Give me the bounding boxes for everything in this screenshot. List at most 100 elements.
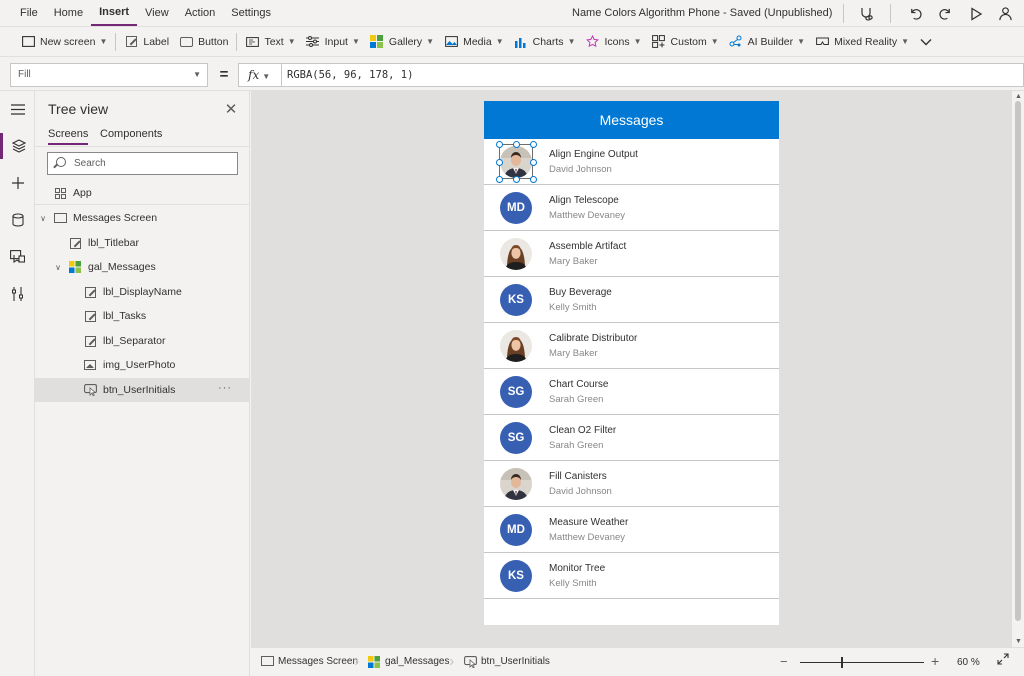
resize-handle[interactable] [530,159,537,166]
fit-to-window-icon[interactable] [997,653,1009,668]
tab-screens[interactable]: Screens [48,128,89,145]
formula-input[interactable]: RGBA(56, 96, 178, 1) [282,63,1024,87]
insert-media-button[interactable]: Media ▼ [439,27,509,57]
insert-icons-button[interactable]: Icons ▼ [580,27,646,57]
gallery-row[interactable]: KS Monitor Tree Kelly Smith [484,553,779,599]
tree-item-lbl-displayname[interactable]: lbl_DisplayName [35,280,250,304]
lbl-tasks[interactable]: Chart Course [549,379,608,390]
gallery-row[interactable]: MD Align Telescope Matthew Devaney [484,185,779,231]
zoom-slider-thumb[interactable] [841,657,843,668]
gallery-row[interactable]: SG Chart Course Sarah Green [484,369,779,415]
insert-custom-button[interactable]: Custom ▼ [647,27,724,57]
lbl-tasks[interactable]: Align Engine Output [549,149,638,160]
chevron-down-icon[interactable]: ∨ [53,263,63,272]
lbl-tasks[interactable]: Align Telescope [549,195,619,206]
btn-userinitials[interactable]: MD [500,192,532,224]
lbl-displayname[interactable]: David Johnson [549,486,612,497]
img-userphoto[interactable] [500,238,532,270]
insert-mixed-reality-button[interactable]: Mixed Reality ▼ [810,27,914,57]
insert-button-button[interactable]: Button [174,27,233,57]
data-icon[interactable] [0,207,35,233]
zoom-out-button[interactable]: − [780,654,788,669]
gallery-row[interactable]: Fill Canisters David Johnson [484,461,779,507]
img-userphoto[interactable] [500,468,532,500]
menu-home[interactable]: Home [46,0,91,27]
ribbon-more-button[interactable] [914,27,943,57]
undo-icon[interactable] [905,4,925,23]
lbl-tasks[interactable]: Fill Canisters [549,471,607,482]
new-screen-button[interactable]: New screen ▼ [16,27,112,57]
lbl-displayname[interactable]: Mary Baker [549,348,598,359]
tree-item-lbl-tasks[interactable]: lbl_Tasks [35,304,250,328]
insert-text-button[interactable]: Text ▼ [240,27,300,57]
tree-item-img-userphoto[interactable]: img_UserPhoto [35,353,250,377]
resize-handle[interactable] [530,141,537,148]
lbl-displayname[interactable]: Sarah Green [549,394,603,405]
tree-item-lbl-titlebar[interactable]: lbl_Titlebar [35,231,250,255]
tree-item-app[interactable]: App [35,181,250,205]
property-dropdown[interactable]: Fill ▼ [10,63,208,87]
gallery-row[interactable]: Assemble Artifact Mary Baker [484,231,779,277]
lbl-tasks[interactable]: Clean O2 Filter [549,425,616,436]
btn-userinitials[interactable]: KS [500,284,532,316]
btn-userinitials[interactable]: MD [500,514,532,546]
chevron-down-icon[interactable]: ∨ [38,214,48,223]
lbl-tasks[interactable]: Buy Beverage [549,287,612,298]
tree-search-input[interactable]: Search [47,152,238,175]
zoom-slider[interactable] [800,662,924,663]
resize-handle[interactable] [513,141,520,148]
zoom-in-button[interactable]: + [931,653,939,669]
tree-item-lbl-separator[interactable]: lbl_Separator [35,329,250,353]
gallery-row[interactable]: Calibrate Distributor Mary Baker [484,323,779,369]
media-library-icon[interactable] [0,244,35,270]
tree-view-icon[interactable] [0,133,35,159]
lbl-displayname[interactable]: Matthew Devaney [549,210,625,221]
advanced-tools-icon[interactable] [0,281,35,307]
lbl-tasks[interactable]: Assemble Artifact [549,241,626,252]
lbl-displayname[interactable]: David Johnson [549,164,612,175]
menu-view[interactable]: View [137,0,177,27]
menu-action[interactable]: Action [177,0,224,27]
insert-gallery-button[interactable]: Gallery ▼ [365,27,439,57]
resize-handle[interactable] [496,176,503,183]
img-userphoto[interactable] [500,330,532,362]
btn-userinitials[interactable]: KS [500,560,532,592]
lbl-tasks[interactable]: Measure Weather [549,517,628,528]
tree-item-btn-userinitials[interactable]: btn_UserInitials ··· [35,378,250,402]
breadcrumb-messages-screen[interactable]: Messages Screen [261,656,358,667]
more-options-icon[interactable]: ··· [218,382,232,394]
selection-box[interactable] [499,144,533,179]
menu-settings[interactable]: Settings [223,0,279,27]
tab-components[interactable]: Components [100,128,162,143]
app-checker-icon[interactable] [856,4,876,23]
lbl-displayname[interactable]: Sarah Green [549,440,603,451]
gallery-row[interactable]: KS Buy Beverage Kelly Smith [484,277,779,323]
tree-item-gal-messages[interactable]: ∨ gal_Messages [35,255,250,279]
redo-icon[interactable] [935,4,955,23]
gallery-row[interactable]: MD Measure Weather Matthew Devaney [484,507,779,553]
resize-handle[interactable] [496,159,503,166]
account-icon[interactable] [995,4,1015,23]
tree-item-messages-screen[interactable]: ∨ Messages Screen [35,206,250,230]
fx-button[interactable]: fx ▼ [238,63,282,87]
menu-file[interactable]: File [12,0,46,27]
insert-label-button[interactable]: Label [119,27,174,57]
btn-userinitials[interactable]: SG [500,422,532,454]
gallery-row[interactable]: Align Engine Output David Johnson [484,139,779,185]
lbl-titlebar[interactable]: Messages [484,101,779,139]
lbl-tasks[interactable]: Monitor Tree [549,563,605,574]
lbl-displayname[interactable]: Matthew Devaney [549,532,625,543]
resize-handle[interactable] [530,176,537,183]
btn-userinitials[interactable]: SG [500,376,532,408]
lbl-displayname[interactable]: Mary Baker [549,256,598,267]
menu-insert[interactable]: Insert [91,1,138,26]
insert-input-button[interactable]: Input ▼ [301,27,365,57]
resize-handle[interactable] [496,141,503,148]
scroll-up-icon[interactable]: ▲ [1015,93,1022,100]
insert-ai-builder-button[interactable]: AI Builder ▼ [724,27,810,57]
lbl-displayname[interactable]: Kelly Smith [549,302,597,313]
messages-screen[interactable]: Messages Align Engine Output David Johnso… [484,101,779,625]
hamburger-menu-icon[interactable] [0,96,35,122]
lbl-displayname[interactable]: Kelly Smith [549,578,597,589]
breadcrumb-gal-messages[interactable]: gal_Messages [368,656,449,668]
